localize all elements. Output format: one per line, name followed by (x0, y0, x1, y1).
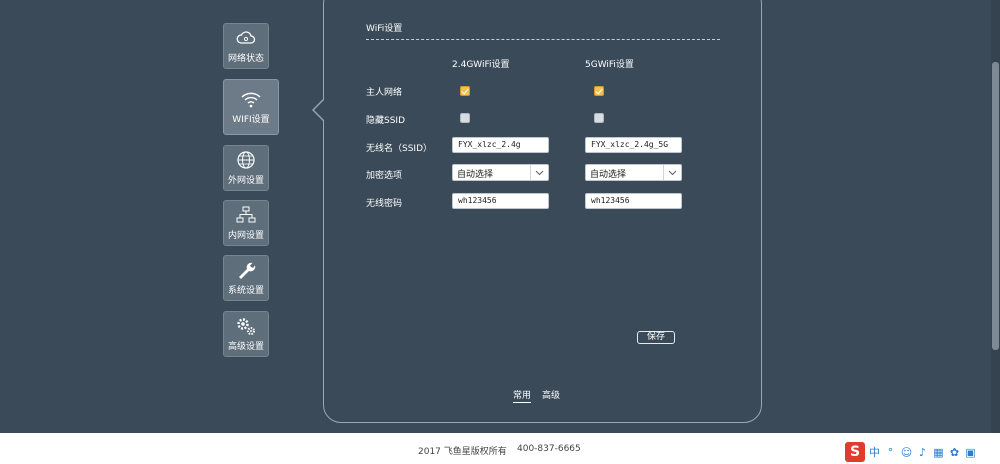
sidebar-item-advanced-settings[interactable]: 高级设置 (223, 311, 269, 357)
save-button[interactable]: 保存 (637, 331, 675, 344)
main-network-5g-checkbox[interactable] (594, 86, 604, 96)
gears-icon (235, 316, 257, 336)
scrollbar[interactable] (991, 0, 1000, 433)
phone-text: 400-837-6665 (517, 444, 581, 454)
mode-advanced-link[interactable]: 高级 (542, 388, 560, 401)
encryption-24g-select[interactable]: 自动选择 (452, 164, 549, 181)
wifi-icon (240, 89, 262, 109)
sidebar-item-wifi-settings[interactable]: WIFI设置 (223, 79, 279, 135)
emoji-icon[interactable]: ☺ (900, 446, 913, 459)
section-title: WiFi设置 (366, 24, 403, 34)
sidebar-item-wan-settings[interactable]: 外网设置 (223, 145, 269, 191)
sidebar-item-network-status[interactable]: 网络状态 (223, 23, 269, 69)
sidebar-item-label: 内网设置 (227, 231, 264, 241)
skin-icon[interactable]: ✿ (948, 446, 961, 459)
wifi-settings-panel (323, 0, 762, 423)
password-label: 无线密码 (366, 199, 403, 209)
ssid-5g-input[interactable]: FYX_xlzc_2.4g_5G (585, 137, 682, 153)
encryption-5g-value: 自动选择 (590, 170, 627, 180)
ime-toolbar[interactable]: S 中 ° ☺ ♪ ▦ ✿ ▣ (845, 441, 977, 463)
chinese-mode-icon[interactable]: 中 (868, 446, 881, 459)
chevron-down-icon (663, 165, 681, 180)
encryption-5g-select[interactable]: 自动选择 (585, 164, 682, 181)
keyboard-icon[interactable]: ▦ (932, 446, 945, 459)
password-5g-input[interactable]: wh123456 (585, 193, 682, 209)
scrollbar-thumb[interactable] (992, 62, 999, 350)
hide-ssid-24g-checkbox[interactable] (460, 113, 470, 123)
password-24g-input[interactable]: wh123456 (452, 193, 549, 209)
column-header-24g: 2.4GWiFi设置 (452, 60, 510, 70)
wrench-icon (235, 260, 257, 280)
sogou-logo-icon[interactable]: S (845, 442, 865, 462)
column-header-5g: 5GWiFi设置 (585, 60, 634, 70)
sidebar-item-label: WIFI设置 (232, 115, 270, 125)
encryption-label: 加密选项 (366, 171, 403, 181)
network-topology-icon (235, 205, 257, 225)
chevron-down-icon (530, 165, 548, 180)
panel-pointer (312, 99, 324, 121)
sidebar-item-system-settings[interactable]: 系统设置 (223, 255, 269, 301)
toolbox-icon[interactable]: ▣ (964, 446, 977, 459)
hide-ssid-5g-checkbox[interactable] (594, 113, 604, 123)
sidebar-item-label: 系统设置 (227, 286, 264, 296)
punctuation-icon[interactable]: ° (884, 446, 897, 459)
sidebar-item-label: 网络状态 (227, 54, 264, 64)
sidebar-item-label: 高级设置 (227, 342, 264, 352)
divider (366, 39, 720, 40)
main-network-24g-checkbox[interactable] (460, 86, 470, 96)
main-network-label: 主人网络 (366, 88, 403, 98)
cloud-icon (235, 28, 257, 48)
globe-icon (235, 150, 257, 170)
copyright-text: 2017 飞鱼星版权所有 (418, 447, 507, 457)
encryption-24g-value: 自动选择 (457, 170, 494, 180)
ssid-24g-input[interactable]: FYX_xlzc_2.4g (452, 137, 549, 153)
ssid-label: 无线名（SSID） (366, 144, 433, 154)
microphone-icon[interactable]: ♪ (916, 446, 929, 459)
sidebar-item-label: 外网设置 (227, 176, 264, 186)
hide-ssid-label: 隐藏SSID (366, 116, 406, 126)
sidebar-item-lan-settings[interactable]: 内网设置 (223, 200, 269, 246)
mode-normal-link[interactable]: 常用 (513, 388, 532, 403)
